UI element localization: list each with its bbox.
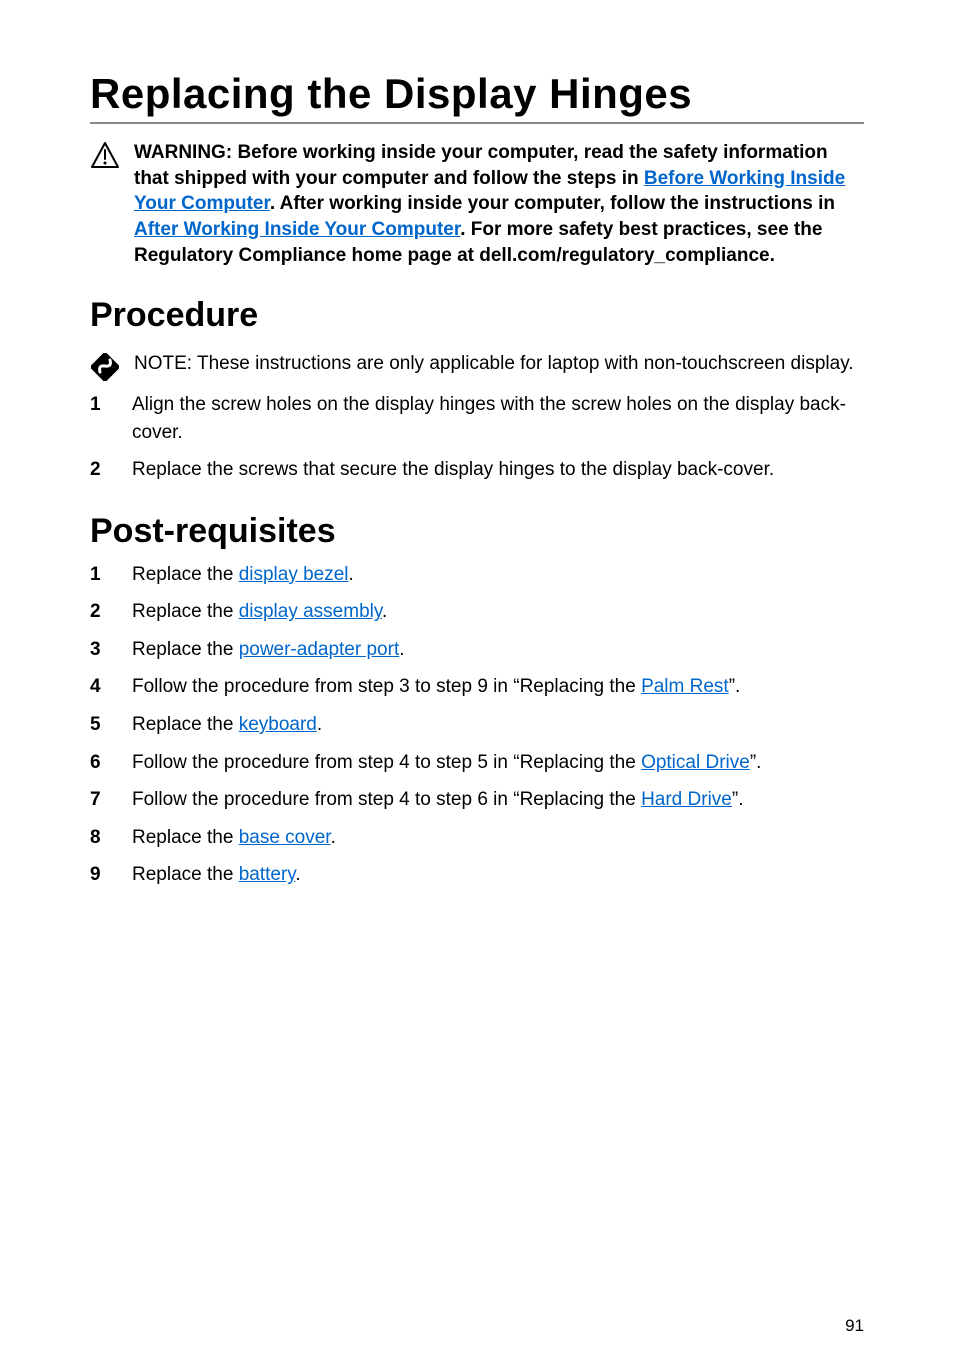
procedure-steps: Align the screw holes on the display hin… bbox=[90, 391, 864, 484]
link-optical-drive[interactable]: Optical Drive bbox=[641, 752, 750, 773]
link-base-cover[interactable]: base cover bbox=[239, 827, 331, 848]
post-step: Replace the display bezel. bbox=[90, 561, 864, 589]
procedure-step: Align the screw holes on the display hin… bbox=[90, 391, 864, 446]
post-step: Replace the display assembly. bbox=[90, 598, 864, 626]
link-display-assembly[interactable]: display assembly bbox=[239, 601, 382, 622]
post-step: Replace the base cover. bbox=[90, 824, 864, 852]
note-icon bbox=[90, 351, 120, 381]
procedure-heading: Procedure bbox=[90, 296, 864, 335]
link-keyboard[interactable]: keyboard bbox=[239, 714, 317, 735]
procedure-step: Replace the screws that secure the displ… bbox=[90, 456, 864, 484]
note-text: NOTE: These instructions are only applic… bbox=[134, 351, 864, 381]
link-palm-rest[interactable]: Palm Rest bbox=[641, 676, 729, 697]
post-step: Replace the battery. bbox=[90, 861, 864, 889]
page-number: 91 bbox=[845, 1316, 864, 1336]
link-display-bezel[interactable]: display bezel bbox=[239, 564, 349, 585]
post-step: Follow the procedure from step 4 to step… bbox=[90, 749, 864, 777]
warning-icon bbox=[90, 140, 120, 268]
link-after-working[interactable]: After Working Inside Your Computer bbox=[134, 219, 460, 240]
post-step: Replace the power-adapter port. bbox=[90, 636, 864, 664]
post-requisites-steps: Replace the display bezel. Replace the d… bbox=[90, 561, 864, 889]
post-step: Follow the procedure from step 3 to step… bbox=[90, 673, 864, 701]
warning-label: WARNING: bbox=[134, 142, 232, 163]
post-step: Replace the keyboard. bbox=[90, 711, 864, 739]
link-battery[interactable]: battery bbox=[239, 864, 296, 885]
post-requisites-heading: Post-requisites bbox=[90, 512, 864, 551]
warning-text: WARNING: Before working inside your comp… bbox=[134, 140, 864, 268]
note-admonition: NOTE: These instructions are only applic… bbox=[90, 351, 864, 381]
page-title: Replacing the Display Hinges bbox=[90, 70, 864, 124]
link-power-adapter-port[interactable]: power-adapter port bbox=[239, 639, 400, 660]
link-hard-drive[interactable]: Hard Drive bbox=[641, 789, 732, 810]
post-step: Follow the procedure from step 4 to step… bbox=[90, 786, 864, 814]
note-label: NOTE: bbox=[134, 353, 192, 374]
page: Replacing the Display Hinges WARNING: Be… bbox=[0, 0, 954, 1366]
warning-admonition: WARNING: Before working inside your comp… bbox=[90, 140, 864, 268]
